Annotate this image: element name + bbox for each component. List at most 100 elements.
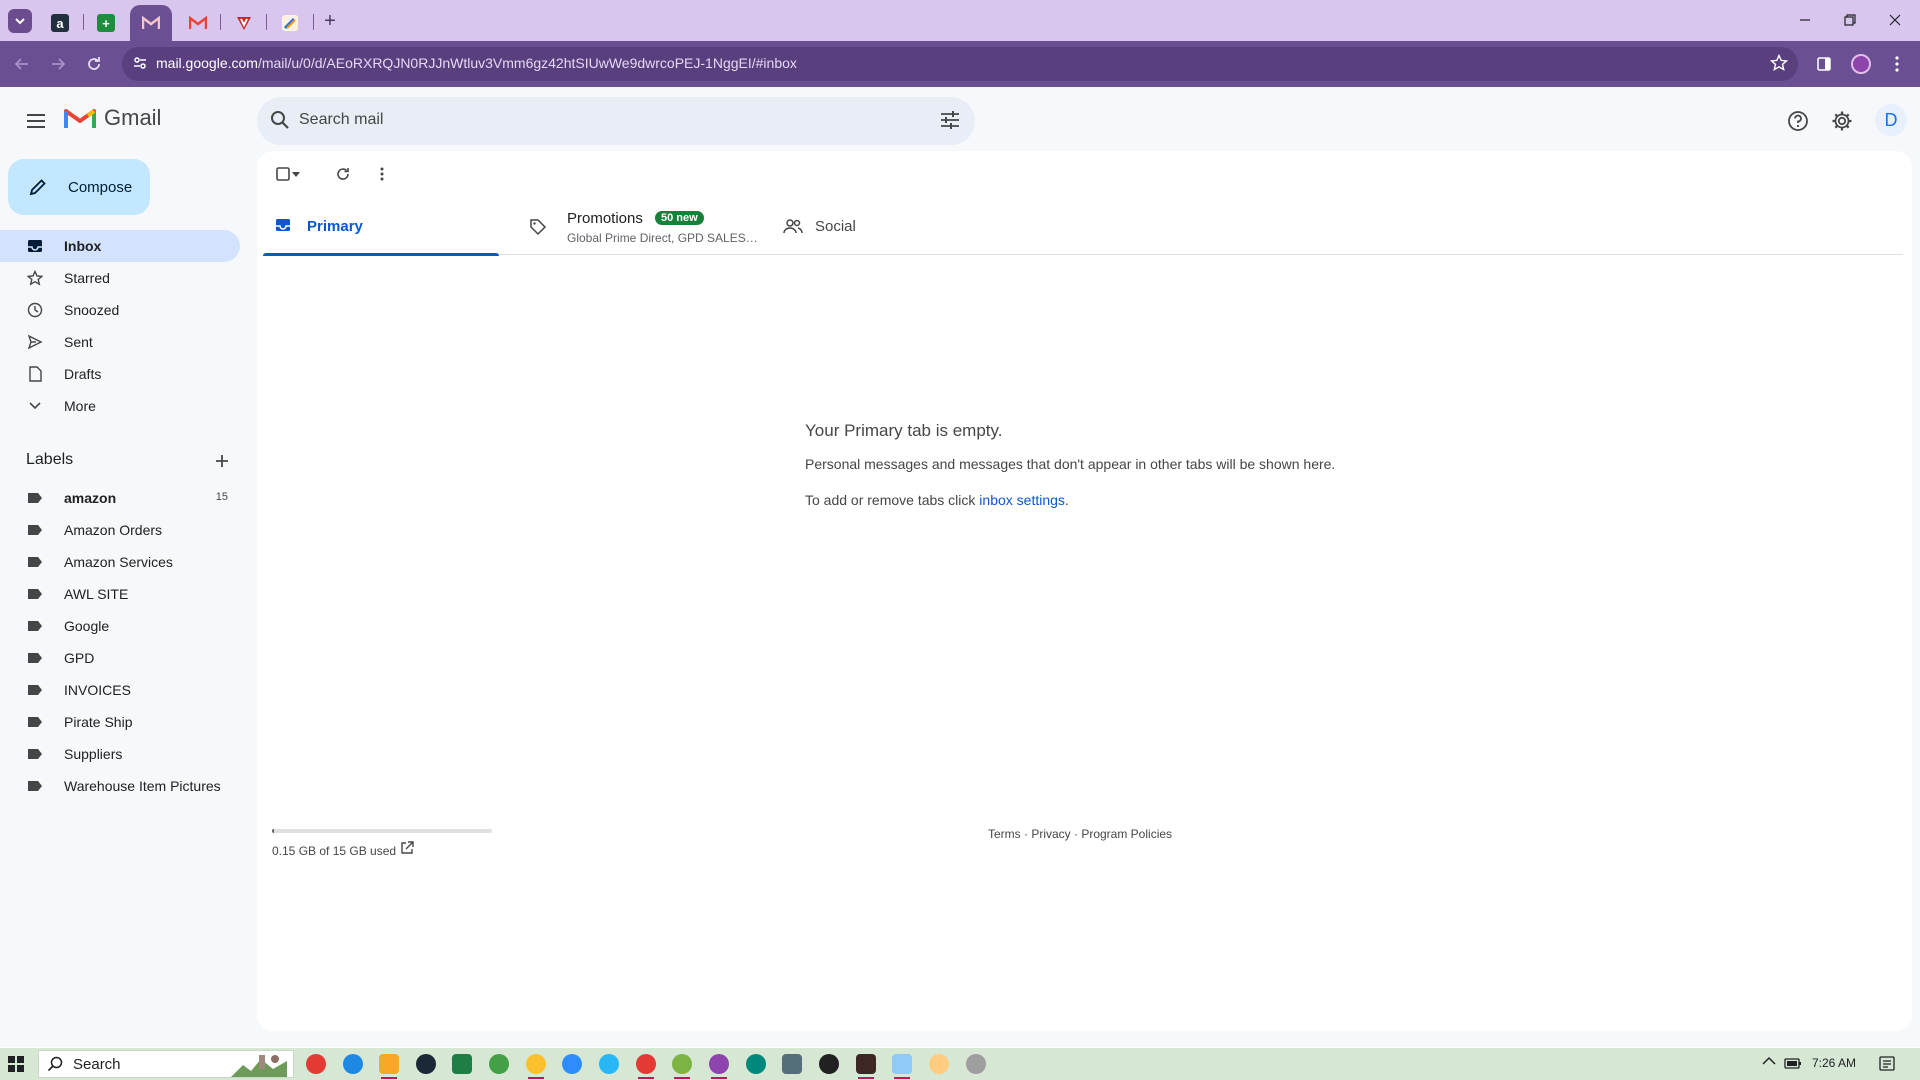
address-bar[interactable]: mail.google.com/mail/u/0/d/AEoRXRQJN0RJJ…	[122, 47, 1798, 81]
amazon-icon: a	[51, 14, 69, 32]
taskbar-excel-icon[interactable]	[452, 1054, 472, 1074]
start-button[interactable]	[8, 1056, 24, 1072]
battery-network-tray[interactable]	[1784, 1056, 1802, 1070]
label-item-invoices[interactable]: INVOICES	[0, 674, 240, 706]
browser-tab-sheets[interactable]: +	[84, 5, 128, 41]
storage-usage-fill	[272, 829, 275, 833]
tab-search-button[interactable]	[8, 9, 32, 33]
taskbar-file-explorer-icon[interactable]	[379, 1054, 399, 1079]
label-name: Google	[64, 618, 110, 634]
site-info-icon[interactable]	[132, 55, 148, 71]
taskbar-chrome-profile-icon[interactable]	[746, 1054, 766, 1074]
taskbar-terminal-icon[interactable]	[856, 1054, 876, 1079]
browser-tab-gmail-active[interactable]	[130, 5, 172, 41]
browser-menu-button[interactable]	[1885, 52, 1909, 76]
sidebar-item-label: Drafts	[64, 366, 102, 382]
taskbar-chrome-profile-icon[interactable]	[636, 1054, 656, 1079]
footer-links[interactable]: Terms · Privacy · Program Policies	[988, 827, 1172, 841]
browser-tab-amazon[interactable]: a	[38, 5, 82, 41]
taskbar-settings-icon[interactable]	[966, 1054, 986, 1074]
show-hidden-icons-button[interactable]	[1762, 1056, 1776, 1066]
settings-button[interactable]	[1828, 107, 1856, 135]
label-item-amazon-services[interactable]: Amazon Services	[0, 546, 240, 578]
hamburger-icon	[27, 114, 45, 128]
close-window-button[interactable]	[1880, 8, 1910, 32]
sidebar-item-inbox[interactable]: Inbox	[0, 230, 240, 262]
profile-button[interactable]	[1849, 52, 1873, 76]
system-clock[interactable]: 7:26 AM	[1812, 1056, 1856, 1070]
pencil-app-icon	[282, 15, 298, 31]
browser-tab-gmail[interactable]	[176, 5, 220, 41]
label-icon	[28, 781, 42, 791]
label-item-awl-site[interactable]: AWL SITE	[0, 578, 240, 610]
search-bar[interactable]: Search mail	[257, 97, 975, 145]
compose-button[interactable]: Compose	[8, 159, 150, 215]
create-label-button[interactable]	[210, 449, 234, 473]
tab-promotions[interactable]: Promotions 50 new Global Prime Direct, G…	[517, 199, 758, 255]
label-icon	[28, 685, 42, 695]
sidebar-item-starred[interactable]: Starred	[0, 262, 240, 294]
help-button[interactable]	[1784, 107, 1812, 135]
taskbar-paint-icon[interactable]	[929, 1054, 949, 1074]
taskbar-notepad-icon[interactable]	[892, 1054, 912, 1079]
notifications-button[interactable]	[1878, 1055, 1896, 1073]
side-panel-icon	[1817, 57, 1831, 71]
minimize-button[interactable]	[1790, 8, 1820, 32]
taskbar-edge-icon[interactable]	[343, 1054, 363, 1074]
label-item-warehouse-item-pictures[interactable]: Warehouse Item Pictures	[0, 770, 240, 802]
taskbar-zoom-icon[interactable]	[562, 1054, 582, 1074]
notification-icon	[1879, 1056, 1895, 1071]
label-item-gpd[interactable]: GPD	[0, 642, 240, 674]
refresh-button[interactable]	[331, 162, 355, 186]
minimize-icon	[1800, 19, 1810, 21]
sidebar-item-drafts[interactable]: Drafts	[0, 358, 240, 390]
account-avatar[interactable]: D	[1875, 104, 1907, 136]
taskbar-steam-icon[interactable]	[416, 1054, 436, 1074]
main-menu-button[interactable]	[22, 107, 50, 135]
side-panel-button[interactable]	[1812, 52, 1836, 76]
search-options-icon[interactable]	[939, 109, 961, 131]
label-item-google[interactable]: Google	[0, 610, 240, 642]
label-name: Amazon Orders	[64, 522, 163, 538]
browser-tab-vivaldi[interactable]	[222, 5, 266, 41]
tab-primary[interactable]: Primary	[263, 199, 499, 256]
label-icon	[28, 525, 42, 535]
taskbar-calculator-icon[interactable]	[782, 1054, 802, 1074]
taskbar-chrome-profile-icon[interactable]	[672, 1054, 692, 1079]
reload-button[interactable]	[82, 52, 106, 76]
select-options-dropdown[interactable]	[289, 162, 303, 186]
label-item-suppliers[interactable]: Suppliers	[0, 738, 240, 770]
back-button[interactable]	[10, 52, 34, 76]
restore-button[interactable]	[1835, 8, 1865, 32]
taskbar-telegram-icon[interactable]	[599, 1054, 619, 1074]
label-item-pirate-ship[interactable]: Pirate Ship	[0, 706, 240, 738]
gmail-logo[interactable]: Gmail	[64, 105, 161, 131]
more-actions-button[interactable]	[370, 162, 394, 186]
tab-social[interactable]: Social	[771, 199, 1007, 255]
label-item-amazon-orders[interactable]: Amazon Orders	[0, 514, 240, 546]
search-input[interactable]: Search mail	[299, 111, 383, 129]
taskbar-chrome-profile-icon[interactable]	[526, 1054, 546, 1079]
taskbar-app-red-icon[interactable]	[306, 1054, 326, 1074]
forward-button[interactable]	[46, 52, 70, 76]
inbox-settings-link[interactable]: inbox settings	[979, 492, 1065, 508]
browser-tab-pencil[interactable]	[268, 5, 312, 41]
labels-heading: Labels	[26, 451, 74, 468]
search-icon[interactable]	[269, 109, 291, 131]
taskbar-chrome-icon[interactable]	[489, 1054, 509, 1074]
manage-storage-link[interactable]	[400, 841, 414, 855]
taskbar-chrome-profile-icon[interactable]	[709, 1054, 729, 1079]
sidebar-item-snoozed[interactable]: Snoozed	[0, 294, 240, 326]
sidebar-item-sent[interactable]: Sent	[0, 326, 240, 358]
label-icon	[28, 621, 42, 631]
send-icon	[26, 333, 44, 351]
taskbar-app-dark-icon[interactable]	[819, 1054, 839, 1074]
taskbar-search-box[interactable]: Search	[38, 1050, 294, 1078]
url-text: mail.google.com/mail/u/0/d/AEoRXRQJN0RJJ…	[156, 55, 797, 71]
new-tab-button[interactable]: +	[320, 10, 340, 32]
label-item-amazon[interactable]: amazon 15	[0, 482, 240, 514]
sidebar-item-more[interactable]: More	[0, 390, 240, 422]
bookmark-star-icon[interactable]	[1770, 54, 1788, 72]
sidebar-item-label: Sent	[64, 334, 93, 350]
storage-usage-text: 0.15 GB of 15 GB used	[272, 844, 397, 858]
